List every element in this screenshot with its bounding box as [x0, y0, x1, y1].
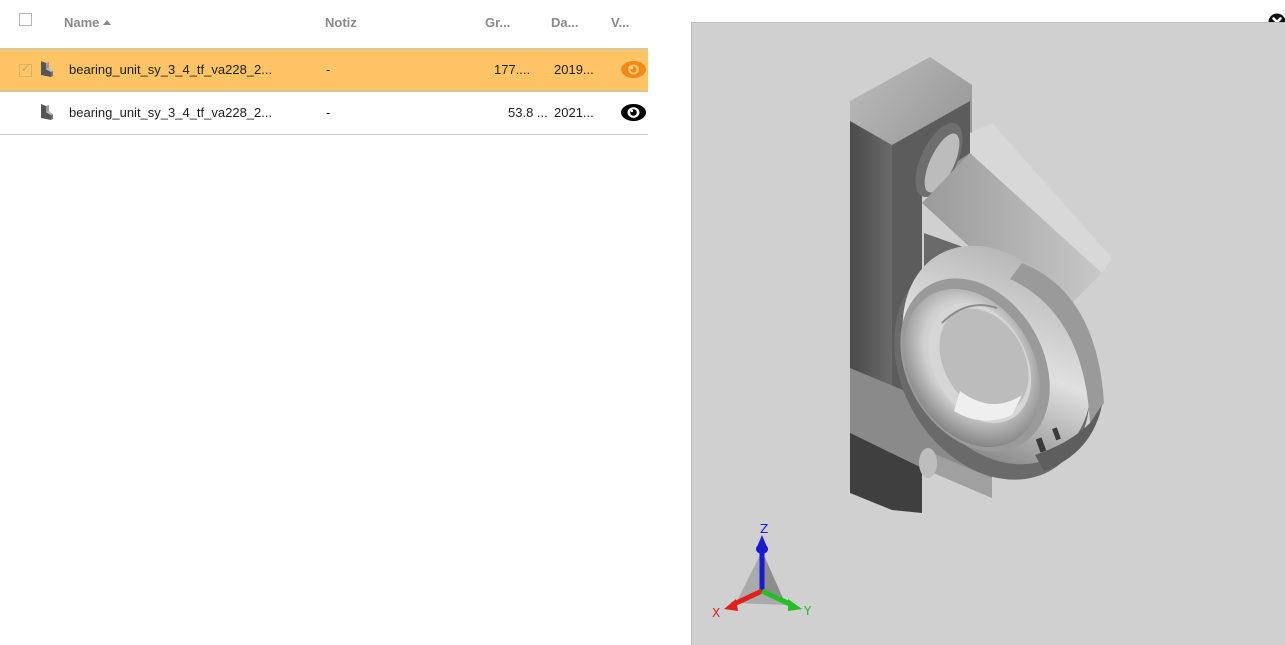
file-note: - — [326, 62, 331, 77]
file-note: - — [326, 105, 331, 120]
file-date: 2021... — [554, 105, 594, 120]
axis-x-label: X — [712, 606, 720, 620]
axis-z-label: Z — [760, 523, 768, 536]
column-header-date[interactable]: Da... — [551, 15, 578, 30]
sort-ascending-icon — [103, 20, 112, 25]
axis-triad: Z X Y — [712, 523, 812, 620]
select-all-checkbox[interactable] — [19, 13, 32, 26]
table-header: Name Notiz Gr... Da... V... — [0, 0, 648, 49]
column-header-name-label: Name — [64, 15, 100, 30]
app-root: Name Notiz Gr... Da... V... ✓ bearing_un… — [0, 0, 1285, 645]
table-row[interactable]: ✓ bearing_unit_sy_3_4_tf_va228_2... - 17… — [0, 49, 648, 92]
file-name[interactable]: bearing_unit_sy_3_4_tf_va228_2... — [69, 62, 272, 77]
column-header-note[interactable]: Notiz — [325, 15, 357, 30]
cad-part-icon — [41, 104, 53, 120]
file-table: Name Notiz Gr... Da... V... ✓ bearing_un… — [0, 0, 648, 135]
file-name[interactable]: bearing_unit_sy_3_4_tf_va228_2... — [69, 105, 272, 120]
3d-viewer[interactable]: Z X Y — [691, 22, 1285, 645]
cad-part-icon — [41, 61, 53, 77]
eye-icon[interactable] — [620, 60, 647, 79]
column-header-name[interactable]: Name — [64, 15, 112, 30]
file-date: 2019... — [554, 62, 594, 77]
column-header-size[interactable]: Gr... — [485, 15, 510, 30]
checkmark-icon: ✓ — [21, 63, 31, 75]
eye-icon[interactable] — [620, 103, 647, 122]
table-row[interactable]: bearing_unit_sy_3_4_tf_va228_2... - 53.8… — [0, 92, 648, 135]
file-size: 53.8 ... — [508, 105, 548, 120]
file-size: 177.... — [494, 62, 531, 77]
column-header-view[interactable]: V... — [611, 15, 629, 30]
row-checkbox[interactable]: ✓ — [19, 63, 32, 77]
axis-y-label: Y — [803, 604, 812, 618]
